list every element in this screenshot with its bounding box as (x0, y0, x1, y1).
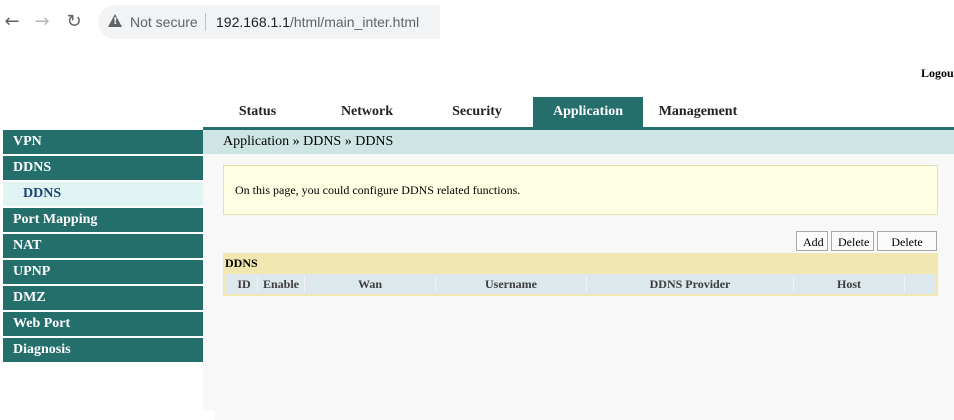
forward-arrow-icon[interactable]: → (31, 9, 53, 35)
address-separator (205, 13, 206, 31)
tab-status[interactable]: Status (220, 97, 295, 127)
sidebar-item-web-port[interactable]: Web Port (3, 312, 203, 338)
sidebar-item-port-mapping[interactable]: Port Mapping (3, 208, 203, 234)
column-header-host: Host (837, 277, 861, 291)
tab-network[interactable]: Network (324, 97, 410, 127)
column-header-ddns-provider: DDNS Provider (649, 277, 731, 291)
content-panel: Application » DDNS » DDNS On this page, … (203, 130, 954, 420)
delete-all-button[interactable]: Delete All (877, 231, 937, 267)
breadcrumb: Application » DDNS » DDNS (203, 130, 954, 154)
column-header-id: ID (237, 277, 251, 291)
reload-icon[interactable]: ↻ (63, 9, 85, 35)
tab-application[interactable]: Application (533, 97, 643, 127)
column-header-enable: Enable (262, 277, 299, 291)
sidebar-item-upnp[interactable]: UPNP (3, 260, 203, 286)
add-button[interactable]: Add (796, 231, 828, 251)
delete-button[interactable]: Delete (831, 231, 874, 251)
table-title: DDNS (223, 253, 938, 274)
sidebar-item-vpn[interactable]: VPN (3, 130, 203, 156)
column-header-wan: Wan (357, 277, 382, 291)
sidebar-item-nat[interactable]: NAT (3, 234, 203, 260)
security-label: Not secure (130, 14, 198, 30)
tab-management[interactable]: Management (643, 97, 753, 127)
tab-security[interactable]: Security (438, 97, 516, 127)
sidebar-item-dmz[interactable]: DMZ (3, 286, 203, 312)
info-box: On this page, you could configure DDNS r… (223, 165, 938, 215)
address-bar[interactable]: Not secure 192.168.1.1/html/main_inter.h… (98, 5, 440, 39)
table-header-row: ID Enable Wan Username DDNS Provider Hos… (223, 274, 938, 296)
column-header-username: Username (485, 277, 537, 291)
back-arrow-icon[interactable]: ← (1, 9, 23, 35)
content-corner (203, 410, 215, 420)
sidebar: VPN DDNS DDNS Port Mapping NAT UPNP DMZ … (3, 130, 203, 364)
url-text: 192.168.1.1/html/main_inter.html (216, 14, 419, 30)
sidebar-item-ddns[interactable]: DDNS (3, 156, 203, 182)
url-host: 192.168.1.1 (216, 14, 290, 30)
warning-icon (108, 14, 122, 27)
logout-link[interactable]: Logou (921, 66, 954, 81)
browser-toolbar: ← → ↻ Not secure 192.168.1.1/html/main_i… (0, 0, 954, 44)
sidebar-subitem-ddns[interactable]: DDNS (3, 182, 203, 208)
sidebar-item-diagnosis[interactable]: Diagnosis (3, 338, 203, 364)
url-path: /html/main_inter.html (289, 14, 420, 30)
column-divider (904, 276, 905, 292)
